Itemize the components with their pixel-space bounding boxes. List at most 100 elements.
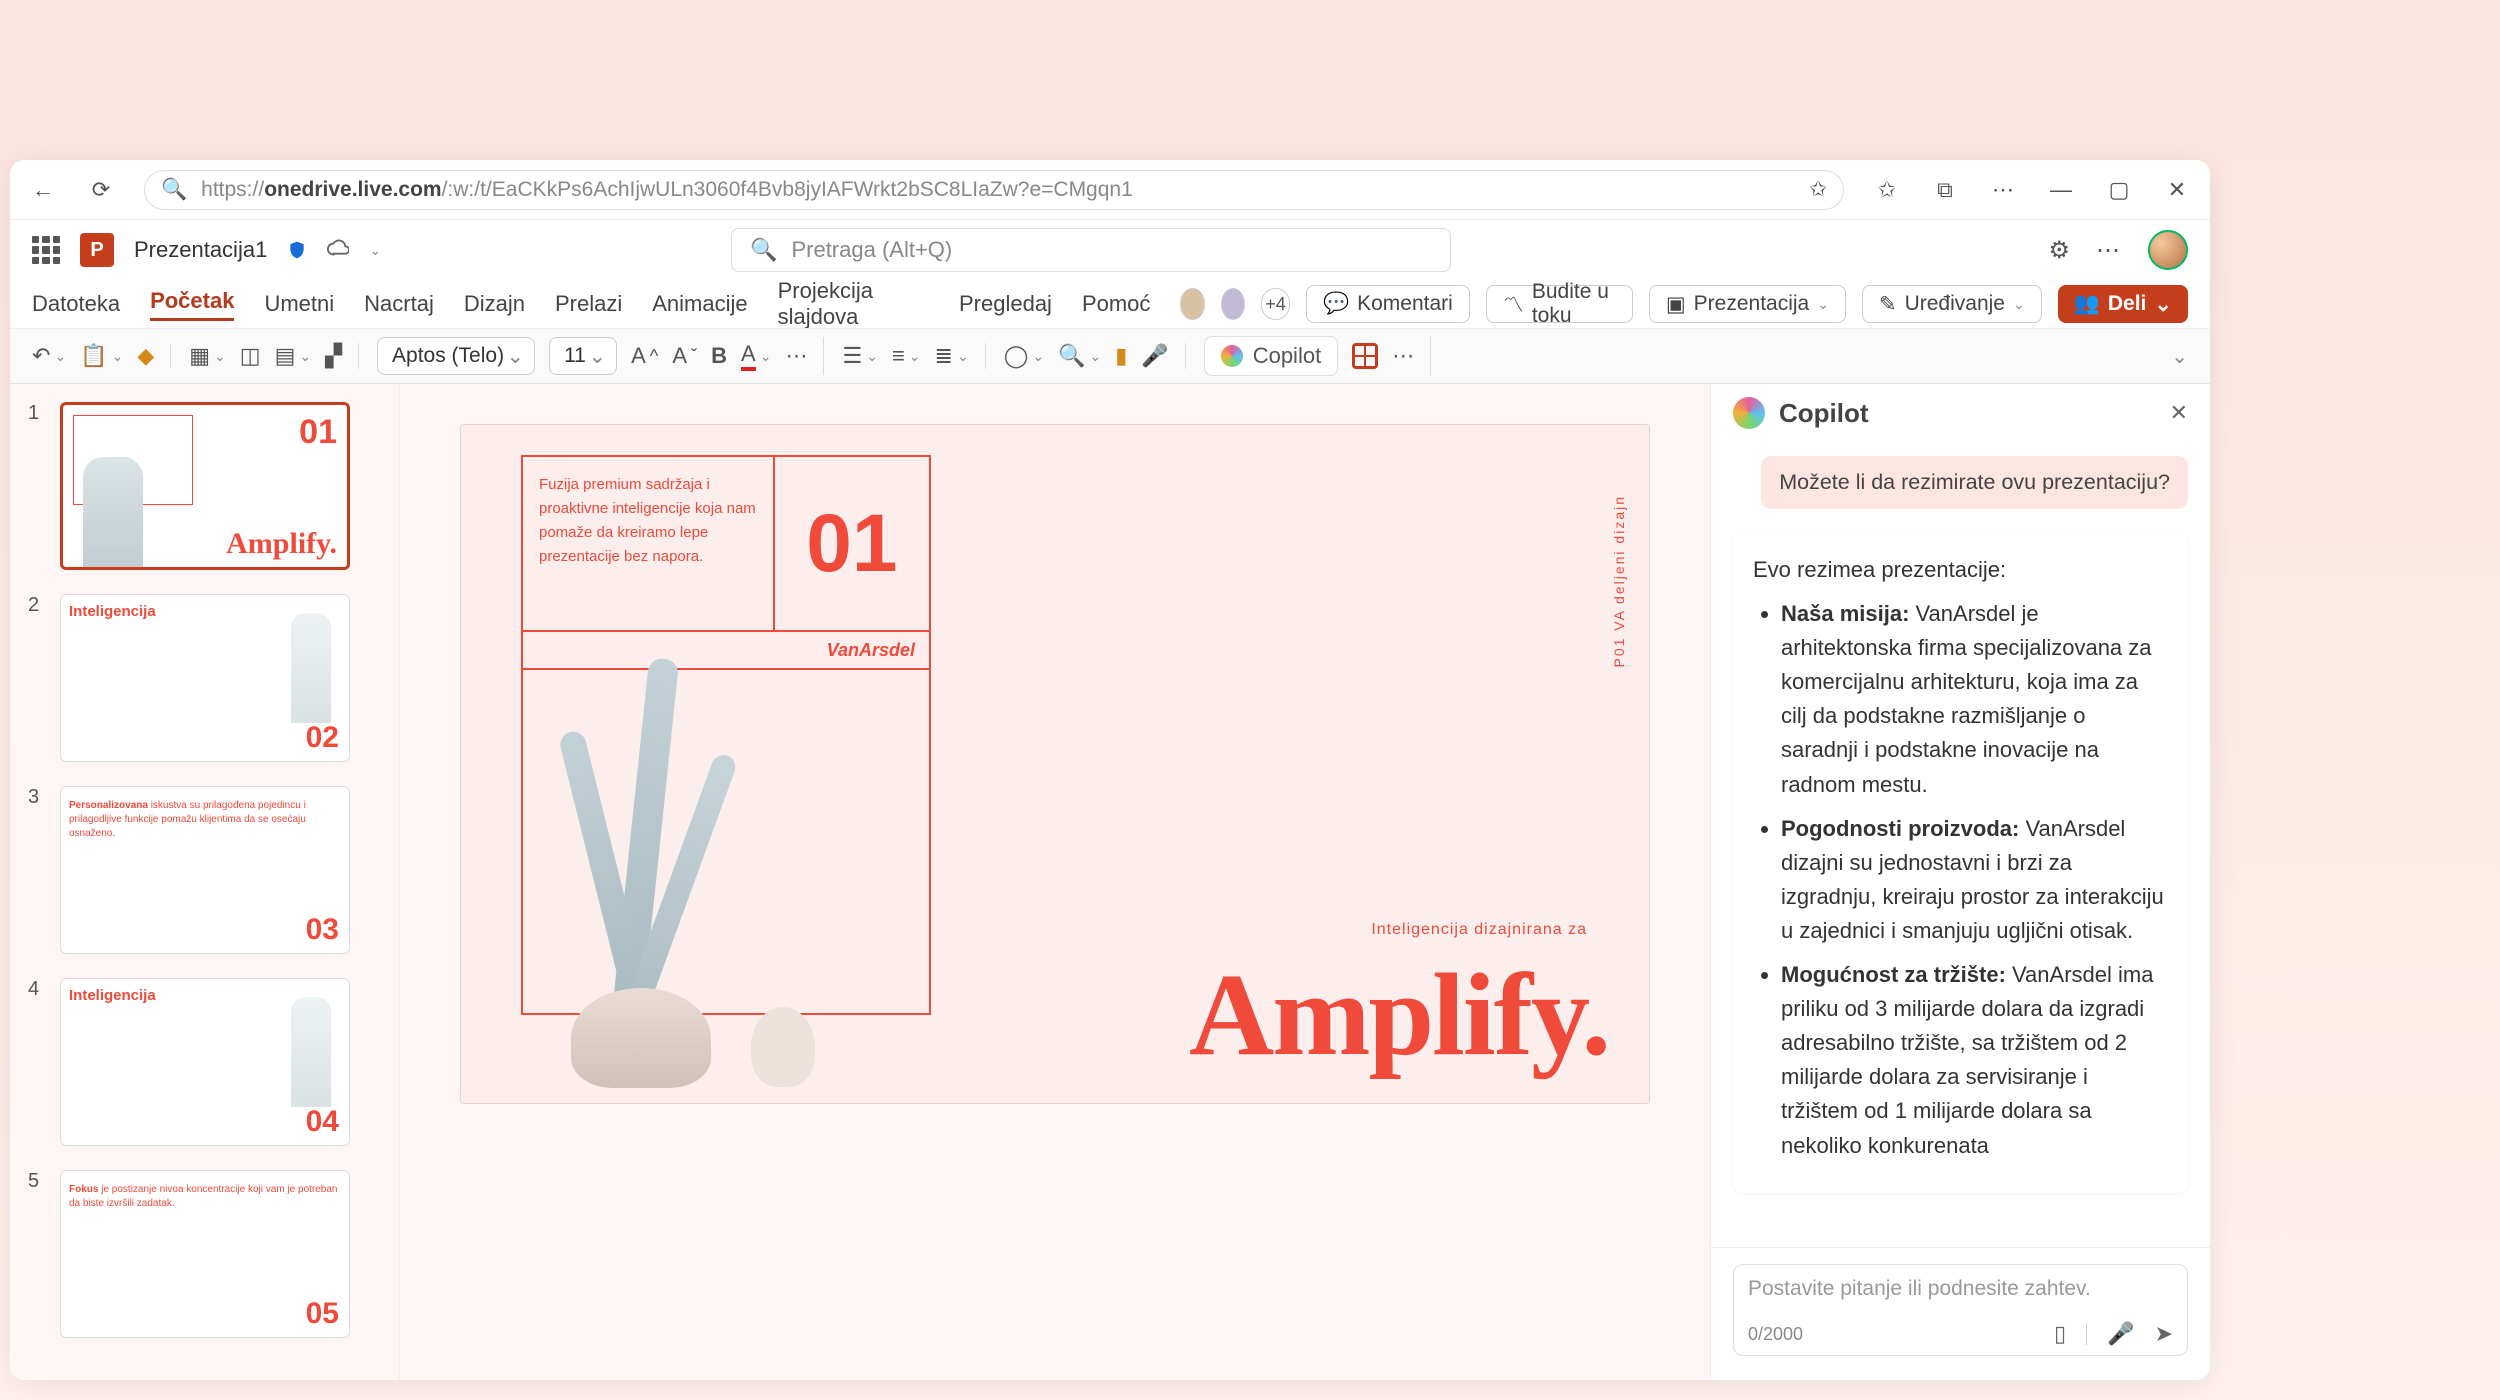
slide-thumbnail[interactable]: 3 Personalizovana iskustva su prilagođen… xyxy=(28,786,381,954)
browser-window: ← ⟳ 🔍 https://onedrive.live.com/:w:/t/Ea… xyxy=(10,160,2210,1380)
share-button[interactable]: 👥Deli⌄ xyxy=(2058,285,2188,323)
new-slide-button[interactable]: ▦⌄ xyxy=(189,343,226,369)
slide-thumb-5[interactable]: Fokus je postizanje nivoa koncentracije … xyxy=(60,1170,350,1338)
more-icon[interactable]: ⋯ xyxy=(1988,175,2018,205)
collaborator-avatar-2[interactable] xyxy=(1221,288,1245,320)
copilot-side-panel: Copilot ✕ Možete li da rezimirate ovu pr… xyxy=(1710,384,2210,1380)
slide-thumbnail[interactable]: 4 Inteligencija 04 xyxy=(28,978,381,1146)
more-options-icon[interactable]: ⋯ xyxy=(2096,236,2122,265)
decrease-font-button[interactable]: Aˇ xyxy=(672,343,697,369)
paste-button[interactable]: 📋⌄ xyxy=(80,343,123,369)
canvas-tagline: Inteligencija dizajnirana za xyxy=(1371,921,1587,939)
tab-home[interactable]: Početak xyxy=(150,288,234,321)
copilot-book-icon[interactable]: ▯ xyxy=(2054,1321,2066,1347)
editing-mode-button[interactable]: ✎Uređivanje⌄ xyxy=(1862,285,2042,323)
ribbon-tabs: Datoteka Početak Umetni Nacrtaj Dizajn P… xyxy=(10,280,2210,328)
present-button[interactable]: ▣Prezentacija⌄ xyxy=(1649,285,1846,323)
numbering-button[interactable]: ≡⌄ xyxy=(892,343,921,369)
tab-file[interactable]: Datoteka xyxy=(32,291,120,317)
slide-canvas[interactable]: Fuzija premium sadržaja i proaktivne int… xyxy=(460,424,1650,1104)
copilot-response-intro: Evo rezimea prezentacije: xyxy=(1753,553,2168,587)
copilot-logo-icon xyxy=(1733,397,1765,429)
title-chevron-icon[interactable]: ⌄ xyxy=(369,242,381,259)
reuse-slides-button[interactable]: ◫ xyxy=(240,343,261,369)
copilot-input[interactable]: 0/2000 ▯ 🎤 ➤ xyxy=(1733,1264,2188,1356)
copilot-bullet: Naša misija: VanArsdel je arhitektonska … xyxy=(1781,597,2168,802)
maximize-button[interactable]: ▢ xyxy=(2104,175,2134,205)
refresh-button[interactable]: ⟳ xyxy=(86,175,116,205)
settings-gear-icon[interactable]: ⚙ xyxy=(2048,236,2070,265)
slide-thumbnail-pane[interactable]: 1 01 Amplify. 2 Inteligencija 02 3 xyxy=(10,384,400,1380)
tab-draw[interactable]: Nacrtaj xyxy=(364,291,434,317)
back-button[interactable]: ← xyxy=(28,175,58,205)
copilot-bullet: Pogodnosti proizvoda: VanArsdel dizajni … xyxy=(1781,812,2168,948)
copilot-close-button[interactable]: ✕ xyxy=(2170,400,2188,426)
tab-insert[interactable]: Umetni xyxy=(264,291,334,317)
search-icon: 🔍 xyxy=(161,178,187,202)
tab-review[interactable]: Pregledaj xyxy=(959,291,1052,317)
slide-thumb-1[interactable]: 01 Amplify. xyxy=(60,402,350,570)
copilot-text-input[interactable] xyxy=(1748,1277,2173,1301)
slide-thumb-3[interactable]: Personalizovana iskustva su prilagođena … xyxy=(60,786,350,954)
comment-icon: 💬 xyxy=(1323,292,1349,316)
close-window-button[interactable]: ✕ xyxy=(2162,175,2192,205)
search-box[interactable]: 🔍 Pretraga (Alt+Q) xyxy=(731,228,1451,272)
more-commands[interactable]: ⋯ xyxy=(1392,343,1414,369)
more-font-options[interactable]: ⋯ xyxy=(785,343,807,369)
minimize-button[interactable]: — xyxy=(2046,175,2076,205)
collaborator-avatar-1[interactable] xyxy=(1180,288,1204,320)
person-icon: 👥 xyxy=(2074,292,2100,316)
bullets-button[interactable]: ☰⌄ xyxy=(842,343,877,369)
tab-slideshow[interactable]: Projekcija slajdova xyxy=(778,278,929,330)
collections-icon[interactable]: ⧉ xyxy=(1930,175,1960,205)
save-sync-icon[interactable] xyxy=(327,239,349,261)
tab-animations[interactable]: Animacije xyxy=(652,291,747,317)
font-color-button[interactable]: A⌄ xyxy=(741,341,771,371)
copilot-send-button[interactable]: ➤ xyxy=(2155,1321,2173,1347)
catch-up-button[interactable]: 〽Budite u toku xyxy=(1486,285,1633,323)
tab-design[interactable]: Dizajn xyxy=(464,291,525,317)
canvas-grid-box: Fuzija premium sadržaja i proaktivne int… xyxy=(521,455,931,1015)
favorites-icon[interactable]: ✩ xyxy=(1872,175,1902,205)
tab-help[interactable]: Pomoć xyxy=(1082,291,1150,317)
address-bar[interactable]: 🔍 https://onedrive.live.com/:w:/t/EaCKkP… xyxy=(144,170,1844,210)
tab-transitions[interactable]: Prelazi xyxy=(555,291,622,317)
copilot-toolbar-button[interactable]: Copilot xyxy=(1204,336,1338,376)
dictate-button[interactable]: 🎤 xyxy=(1141,343,1168,369)
document-title[interactable]: Prezentacija1 xyxy=(134,237,267,263)
slide-thumbnail[interactable]: 2 Inteligencija 02 xyxy=(28,594,381,762)
designer-button[interactable] xyxy=(1352,343,1378,369)
comments-button[interactable]: 💬Komentari xyxy=(1306,285,1470,323)
align-button[interactable]: ≣⌄ xyxy=(935,343,969,369)
font-family-select[interactable]: Aptos (Telo) xyxy=(377,337,535,375)
app-launcher-icon[interactable] xyxy=(32,236,60,264)
ribbon-toolbar: ↶⌄ 📋⌄ ◆ ▦⌄ ◫ ▤⌄ ▞ Aptos (Telo) 11 A^ Aˇ … xyxy=(10,328,2210,384)
sensitivity-shield-icon[interactable] xyxy=(287,240,307,260)
undo-button[interactable]: ↶⌄ xyxy=(32,343,66,369)
shapes-button[interactable]: ◯⌄ xyxy=(1004,343,1044,369)
slide-thumbnail[interactable]: 1 01 Amplify. xyxy=(28,402,381,570)
copilot-header: Copilot ✕ xyxy=(1711,384,2210,442)
format-painter-button[interactable]: ◆ xyxy=(137,343,154,369)
layout-button[interactable]: ▤⌄ xyxy=(275,343,312,369)
copilot-mic-icon[interactable]: 🎤 xyxy=(2107,1321,2134,1347)
slide-thumbnail[interactable]: 5 Fokus je postizanje nivoa koncentracij… xyxy=(28,1170,381,1338)
ribbon-collapse-chevron-icon[interactable]: ⌄ xyxy=(2171,344,2188,369)
canvas-side-label: P01 VA deljeni dizajn xyxy=(1611,495,1627,668)
star-icon[interactable]: ✩ xyxy=(1809,177,1827,202)
account-avatar[interactable] xyxy=(2148,230,2188,270)
slide-thumb-4[interactable]: Inteligencija 04 xyxy=(60,978,350,1146)
sensitivity-button[interactable]: ▮ xyxy=(1115,343,1127,369)
pencil-icon: ✎ xyxy=(1879,292,1897,317)
bold-button[interactable]: B xyxy=(711,343,727,369)
picture-button[interactable]: ▞ xyxy=(325,343,342,369)
copilot-response: Evo rezimea prezentacije: Naša misija: V… xyxy=(1733,533,2188,1193)
copilot-title: Copilot xyxy=(1779,398,1869,429)
powerpoint-logo-icon: P xyxy=(80,233,114,267)
increase-font-button[interactable]: A^ xyxy=(631,343,658,369)
find-button[interactable]: 🔍⌄ xyxy=(1058,343,1101,369)
more-collaborators-badge[interactable]: +4 xyxy=(1261,288,1290,320)
slide-thumb-2[interactable]: Inteligencija 02 xyxy=(60,594,350,762)
canvas-big-word: Amplify. xyxy=(1189,947,1609,1083)
font-size-select[interactable]: 11 xyxy=(549,337,617,375)
